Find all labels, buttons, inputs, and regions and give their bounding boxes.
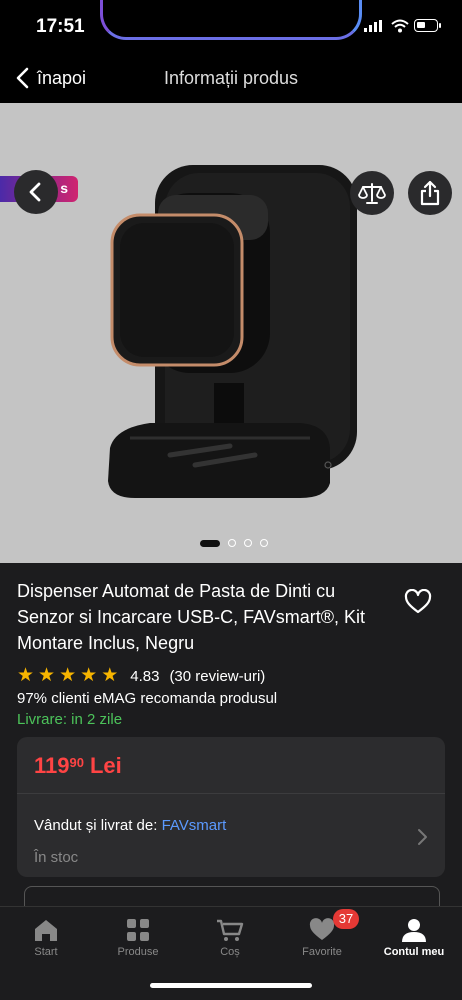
price: 119 90 Lei [34, 753, 122, 779]
heart-icon [309, 918, 335, 940]
favorite-heart-icon[interactable] [404, 589, 432, 615]
star-icon: ★ [59, 665, 77, 686]
star-icon: ★ [38, 665, 56, 686]
rating-row[interactable]: ★ ★ ★ ★ ★ 4.83 (30 review-uri) [17, 665, 265, 686]
scale-compare-icon [358, 183, 386, 204]
share-button[interactable] [408, 171, 452, 215]
pagination-dot-active[interactable] [200, 539, 220, 547]
price-decimals: 90 [69, 755, 84, 770]
product-image-gallery[interactable] [0, 103, 462, 563]
user-icon [402, 919, 426, 942]
notch [100, 0, 362, 40]
share-icon [420, 180, 440, 206]
tab-cos[interactable]: Coș [185, 918, 275, 958]
star-icon: ★ [80, 665, 98, 686]
product-title: Dispenser Automat de Pasta de Dinti cu S… [17, 581, 366, 653]
divider [17, 793, 445, 794]
tab-label: Favorite [302, 946, 342, 958]
star-icon: ★ [17, 665, 35, 686]
home-indicator[interactable] [150, 983, 312, 988]
recommend-text: 97% clienti eMAG recomanda produsul [17, 690, 278, 707]
tab-contul-meu[interactable]: Contul meu [369, 918, 459, 958]
sold-by-label: Vândut și livrat de: [34, 817, 158, 834]
home-icon [35, 920, 57, 941]
chevron-right-icon[interactable] [416, 828, 428, 846]
stock-status: În stoc [34, 849, 79, 866]
seller-row[interactable]: Vândut și livrat de: FAVsmart [34, 817, 226, 834]
tab-label: Coș [220, 946, 240, 958]
wifi-icon [391, 19, 409, 33]
promo-text: s [60, 180, 68, 196]
star-icon: ★ [101, 665, 119, 686]
battery-icon [414, 19, 441, 32]
page-title: Informații produs [163, 68, 299, 88]
favorites-count-badge: 37 [333, 909, 359, 929]
tab-produse[interactable]: Produse [93, 918, 183, 958]
compare-button[interactable] [350, 171, 394, 215]
pagination-dot[interactable] [260, 539, 268, 547]
seller-link[interactable]: FAVsmart [162, 817, 227, 834]
reviews-link[interactable]: (30 review-uri) [169, 668, 265, 685]
cellular-signal-icon [364, 20, 382, 32]
pagination-dot[interactable] [244, 539, 252, 547]
tab-label: Contul meu [383, 946, 445, 958]
pagination-dot[interactable] [228, 539, 236, 547]
tab-start[interactable]: Start [1, 918, 91, 958]
tab-label: Start [34, 946, 58, 958]
delivery-info: Livrare: in 2 zile [17, 711, 123, 728]
status-time: 17:51 [36, 16, 85, 37]
tab-label: Produse [117, 946, 159, 958]
grid-icon [127, 919, 149, 941]
price-integer: 119 [34, 753, 70, 778]
cart-icon [217, 919, 244, 941]
chevron-left-icon [29, 182, 41, 202]
gallery-prev-button[interactable] [14, 170, 58, 214]
price-currency: Lei [89, 753, 122, 778]
product-image [108, 165, 357, 498]
gallery-pagination [200, 539, 268, 547]
rating-value: 4.83 [130, 667, 160, 685]
